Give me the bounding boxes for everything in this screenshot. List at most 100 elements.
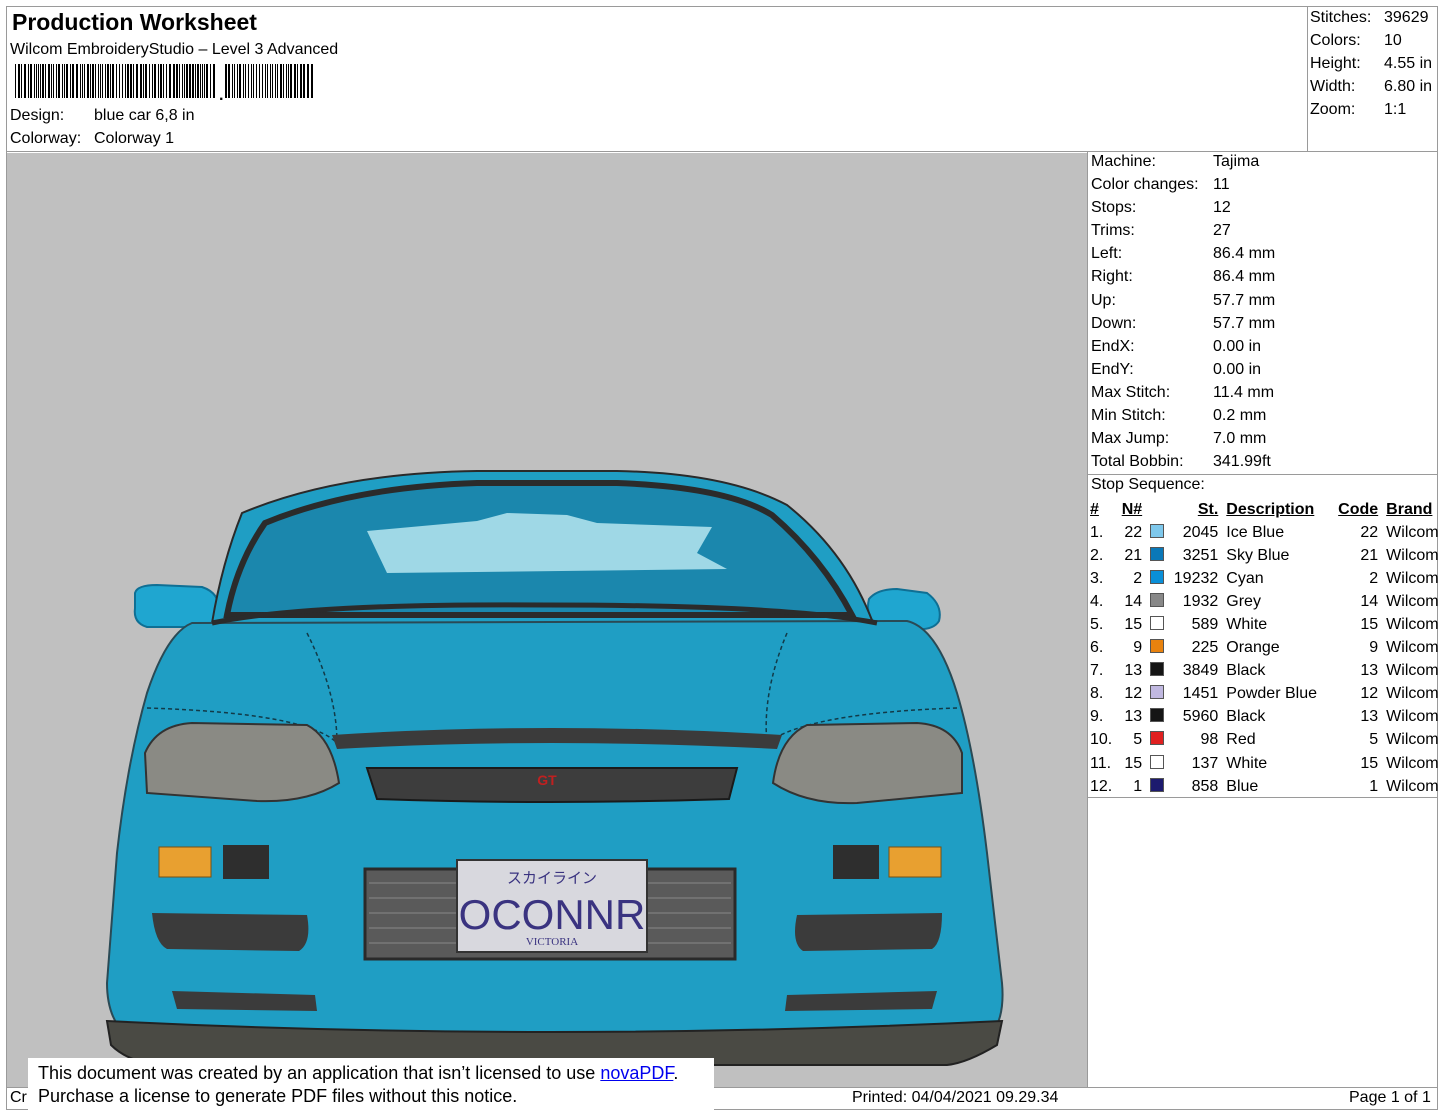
right-indicator (888, 846, 942, 878)
row-code: 2 (1369, 569, 1379, 587)
col-header-swatch (1150, 498, 1169, 521)
row-brand: Wilcom (1386, 731, 1439, 749)
table-row: 9. 13 5960 Black 13 Wilcom (1090, 706, 1445, 729)
row-code: 1 (1369, 777, 1379, 795)
row-stitches: 19232 (1173, 569, 1219, 587)
summary-label: Zoom: (1310, 101, 1356, 118)
row-needle: 1 (1133, 777, 1143, 795)
row-code: 22 (1360, 523, 1379, 541)
col-header-brand: Brand (1386, 500, 1433, 518)
summary-row: Height: 4.55 in (1310, 54, 1432, 77)
info-label: Down: (1091, 314, 1137, 332)
info-label: Max Jump: (1091, 430, 1170, 448)
row-needle: 22 (1124, 523, 1143, 541)
info-value: 7.0 mm (1213, 430, 1267, 448)
row-index: 8. (1090, 685, 1104, 703)
info-value: 86.4 mm (1213, 245, 1276, 263)
table-row: 1. 22 2045 Ice Blue 22 Wilcom (1090, 521, 1445, 544)
design-preview: GT スカイライン OCONNR VICTORIA (7, 153, 1087, 1087)
row-index: 3. (1090, 569, 1104, 587)
row-index: 12. (1090, 777, 1113, 795)
right-vent (833, 845, 879, 879)
info-label: Max Stitch: (1091, 383, 1171, 401)
info-label: Stops: (1091, 199, 1137, 217)
info-label: Up: (1091, 291, 1116, 309)
page-title: Production Worksheet (12, 9, 257, 35)
summary-row: Stitches: 39629 (1310, 8, 1432, 31)
row-stitches: 5960 (1182, 708, 1219, 726)
colorway-value: Colorway 1 (94, 130, 175, 147)
footer-cr-text: Cr (10, 1089, 27, 1106)
summary-stats: Stitches: 39629 Colors: 10 Height: 4.55 in … (1310, 8, 1432, 123)
row-stitches: 858 (1191, 777, 1219, 795)
info-value: 11.4 mm (1213, 383, 1275, 401)
left-indicator (158, 846, 212, 878)
info-label: Left: (1091, 245, 1123, 263)
col-header-needle: N# (1121, 500, 1143, 518)
row-code: 21 (1360, 546, 1379, 564)
info-row: Up: 57.7 mm (1091, 291, 1275, 314)
info-row: Left: 86.4 mm (1091, 244, 1275, 267)
design-label: Design: (10, 107, 65, 124)
row-brand: Wilcom (1386, 569, 1439, 587)
page-number: Page 1 of 1 (1349, 1089, 1431, 1106)
row-brand: Wilcom (1386, 523, 1439, 541)
info-value: 57.7 mm (1213, 314, 1276, 332)
color-swatch (1150, 754, 1165, 769)
color-swatch (1150, 639, 1165, 654)
row-stitches: 3251 (1182, 546, 1219, 564)
colorway-label: Colorway: (10, 130, 82, 147)
row-stitches: 225 (1191, 639, 1219, 657)
row-code: 13 (1360, 662, 1379, 680)
row-code: 13 (1360, 708, 1379, 726)
color-swatch (1150, 685, 1165, 700)
row-brand: Wilcom (1386, 592, 1439, 610)
left-vent (223, 845, 269, 879)
row-needle: 15 (1124, 616, 1143, 634)
notice-text: This document was created by an applicat… (38, 1063, 601, 1083)
left-fog-vent (152, 913, 309, 951)
summary-value: 6.80 in (1384, 78, 1433, 95)
info-label: Min Stitch: (1091, 407, 1166, 425)
row-needle: 13 (1124, 708, 1143, 726)
row-description: Sky Blue (1226, 546, 1290, 564)
row-stitches: 137 (1191, 754, 1219, 772)
notice-line-2: Purchase a license to generate PDF files… (38, 1086, 518, 1106)
row-swatch (1150, 637, 1169, 660)
color-swatch (1150, 569, 1165, 584)
color-swatch (1150, 546, 1165, 561)
row-brand: Wilcom (1386, 639, 1439, 657)
color-swatch (1150, 731, 1165, 746)
summary-label: Height: (1310, 55, 1361, 72)
row-description: Black (1226, 708, 1266, 726)
table-row: 7. 13 3849 Black 13 Wilcom (1090, 660, 1445, 683)
col-header-code: Code (1338, 500, 1379, 518)
row-brand: Wilcom (1386, 662, 1439, 680)
info-value: 57.7 mm (1213, 291, 1276, 309)
info-value: 27 (1213, 222, 1231, 240)
color-swatch (1150, 777, 1165, 792)
gt-badge: GT (537, 772, 557, 788)
summary-row: Colors: 10 (1310, 31, 1432, 54)
machine-info: Machine: Tajima Color changes: 11 Stops: 12… (1091, 152, 1275, 475)
row-index: 10. (1090, 731, 1113, 749)
info-label: Color changes: (1091, 176, 1199, 194)
col-header-stitches: St. (1197, 500, 1219, 518)
novapdf-link[interactable]: novaPDF (600, 1063, 673, 1083)
row-code: 15 (1360, 754, 1379, 772)
table-row: 2. 21 3251 Sky Blue 21 Wilcom (1090, 544, 1445, 567)
row-swatch (1150, 729, 1169, 752)
row-index: 6. (1090, 639, 1104, 657)
info-row: Down: 57.7 mm (1091, 314, 1275, 337)
info-value: 12 (1213, 199, 1231, 217)
printed-timestamp: Printed: 04/04/2021 09.29.34 (852, 1089, 1059, 1106)
row-description: Black (1226, 662, 1266, 680)
row-brand: Wilcom (1386, 754, 1439, 772)
table-row: 4. 14 1932 Grey 14 Wilcom (1090, 590, 1445, 613)
table-row: 3. 2 19232 Cyan 2 Wilcom (1090, 567, 1445, 590)
info-value: Tajima (1213, 153, 1260, 170)
table-row: 12. 1 858 Blue 1 Wilcom (1090, 775, 1445, 798)
row-stitches: 98 (1200, 731, 1219, 749)
right-headlight (771, 721, 963, 805)
row-code: 14 (1360, 592, 1379, 610)
